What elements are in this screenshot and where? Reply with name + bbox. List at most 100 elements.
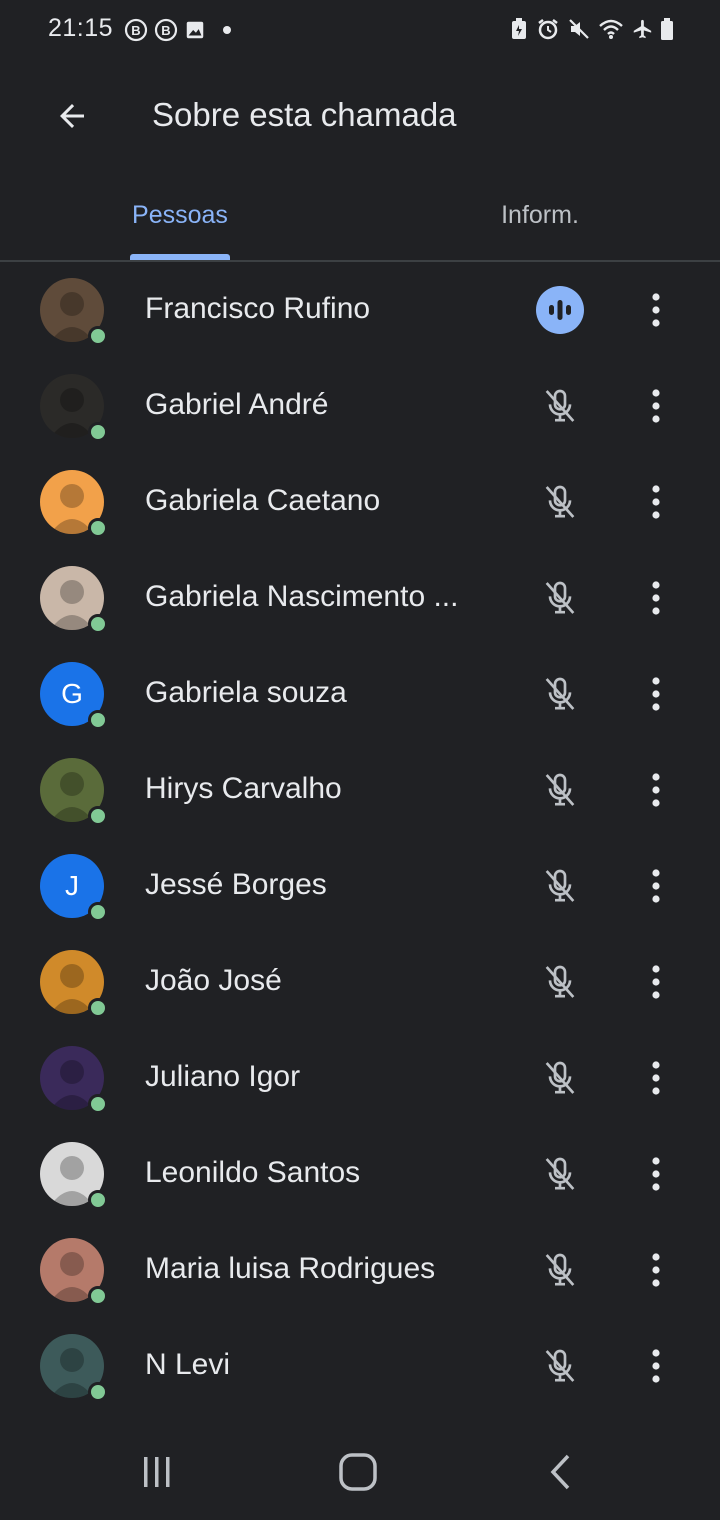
home-icon	[339, 1453, 377, 1491]
mic-off-icon	[538, 1344, 582, 1388]
mic-off-icon	[538, 960, 582, 1004]
avatar	[40, 1334, 108, 1402]
online-status-dot	[88, 1094, 108, 1114]
participant-row[interactable]: Gabriela Nascimento ...	[0, 550, 720, 646]
avatar: G	[40, 662, 108, 730]
more-options-button[interactable]	[632, 574, 680, 622]
mic-off-icon	[538, 480, 582, 524]
mic-off-icon	[538, 864, 582, 908]
online-status-dot	[88, 614, 108, 634]
more-vert-icon	[652, 581, 660, 615]
online-status-dot	[88, 422, 108, 442]
participant-row[interactable]: Maria luisa Rodrigues	[0, 1222, 720, 1318]
more-vert-icon	[652, 293, 660, 327]
status-bar: 21:15 B B	[0, 0, 720, 60]
recent-apps-button[interactable]	[127, 1450, 187, 1494]
participant-name: Leonildo Santos	[145, 1156, 361, 1189]
tab-label: Inform.	[501, 200, 579, 229]
participant-row[interactable]: G Gabriela souza	[0, 646, 720, 742]
alarm-icon	[536, 17, 560, 41]
mic-off-icon	[538, 768, 582, 812]
mic-off-icon	[538, 1056, 582, 1100]
mic-off-icon	[538, 1248, 582, 1292]
back-button[interactable]	[40, 84, 104, 148]
participant-name: Juliano Igor	[145, 1060, 301, 1093]
mic-off-icon	[538, 576, 582, 620]
svg-text:B: B	[131, 23, 140, 38]
more-vert-icon	[652, 1349, 660, 1383]
speaking-indicator-icon	[536, 286, 584, 334]
online-status-dot	[88, 1190, 108, 1210]
navigation-bar	[0, 1420, 720, 1520]
arrow-back-icon	[60, 104, 84, 128]
nav-back-button[interactable]	[530, 1450, 590, 1494]
more-vert-icon	[652, 869, 660, 903]
online-status-dot	[88, 1286, 108, 1306]
avatar	[40, 1142, 108, 1210]
participant-name: N Levi	[145, 1348, 231, 1381]
dot-icon	[222, 25, 232, 35]
mute-icon	[567, 17, 591, 41]
airplane-icon	[631, 18, 653, 40]
participant-row[interactable]: J Jessé Borges	[0, 838, 720, 934]
online-status-dot	[88, 1382, 108, 1402]
mic-off-icon	[538, 384, 582, 428]
participant-row[interactable]: N Levi	[0, 1318, 720, 1414]
tab-bar: Pessoas Inform.	[0, 172, 720, 262]
page-title: Sobre esta chamada	[152, 96, 457, 133]
participant-row[interactable]: Juliano Igor	[0, 1030, 720, 1126]
avatar	[40, 278, 108, 346]
participant-name: Gabriela Nascimento ...	[145, 580, 459, 613]
mic-off-icon	[538, 672, 582, 716]
tab-inform[interactable]: Inform.	[360, 172, 720, 258]
avatar	[40, 758, 108, 826]
more-options-button[interactable]	[632, 1246, 680, 1294]
avatar	[40, 1046, 108, 1114]
participant-row[interactable]: Gabriela Caetano	[0, 454, 720, 550]
more-options-button[interactable]	[632, 286, 680, 334]
more-vert-icon	[652, 485, 660, 519]
participant-name: Maria luisa Rodrigues	[145, 1252, 436, 1285]
battery-icon	[660, 17, 674, 41]
app-bar: Sobre esta chamada	[0, 60, 720, 172]
more-vert-icon	[652, 1253, 660, 1287]
more-vert-icon	[652, 1157, 660, 1191]
participant-row[interactable]: Leonildo Santos	[0, 1126, 720, 1222]
online-status-dot	[88, 902, 108, 922]
status-time: 21:15	[48, 14, 114, 42]
more-options-button[interactable]	[632, 382, 680, 430]
mic-off-icon	[538, 1152, 582, 1196]
more-vert-icon	[652, 965, 660, 999]
avatar	[40, 1238, 108, 1306]
participant-name: Hirys Carvalho	[145, 772, 342, 805]
avatar	[40, 566, 108, 634]
more-options-button[interactable]	[632, 1342, 680, 1390]
more-options-button[interactable]	[632, 766, 680, 814]
participant-row[interactable]: Francisco Rufino	[0, 262, 720, 358]
participant-name: Jessé Borges	[145, 868, 327, 901]
avatar	[40, 374, 108, 442]
more-options-button[interactable]	[632, 1054, 680, 1102]
tab-pessoas[interactable]: Pessoas	[0, 172, 360, 260]
more-options-button[interactable]	[632, 862, 680, 910]
participant-row[interactable]: Hirys Carvalho	[0, 742, 720, 838]
avatar	[40, 470, 108, 538]
b-icon: B	[154, 18, 178, 42]
more-options-button[interactable]	[632, 958, 680, 1006]
online-status-dot	[88, 518, 108, 538]
participant-name: Gabriel André	[145, 388, 329, 421]
image-icon	[184, 19, 206, 41]
online-status-dot	[88, 326, 108, 346]
participant-row[interactable]: João José	[0, 934, 720, 1030]
home-button[interactable]	[328, 1450, 388, 1494]
active-tab-indicator	[130, 254, 230, 260]
more-options-button[interactable]	[632, 478, 680, 526]
tab-label: Pessoas	[132, 200, 228, 229]
more-options-button[interactable]	[632, 1150, 680, 1198]
avatar	[40, 950, 108, 1018]
svg-text:B: B	[161, 23, 170, 38]
participant-row[interactable]: Gabriel André	[0, 358, 720, 454]
online-status-dot	[88, 998, 108, 1018]
more-vert-icon	[652, 773, 660, 807]
more-options-button[interactable]	[632, 670, 680, 718]
